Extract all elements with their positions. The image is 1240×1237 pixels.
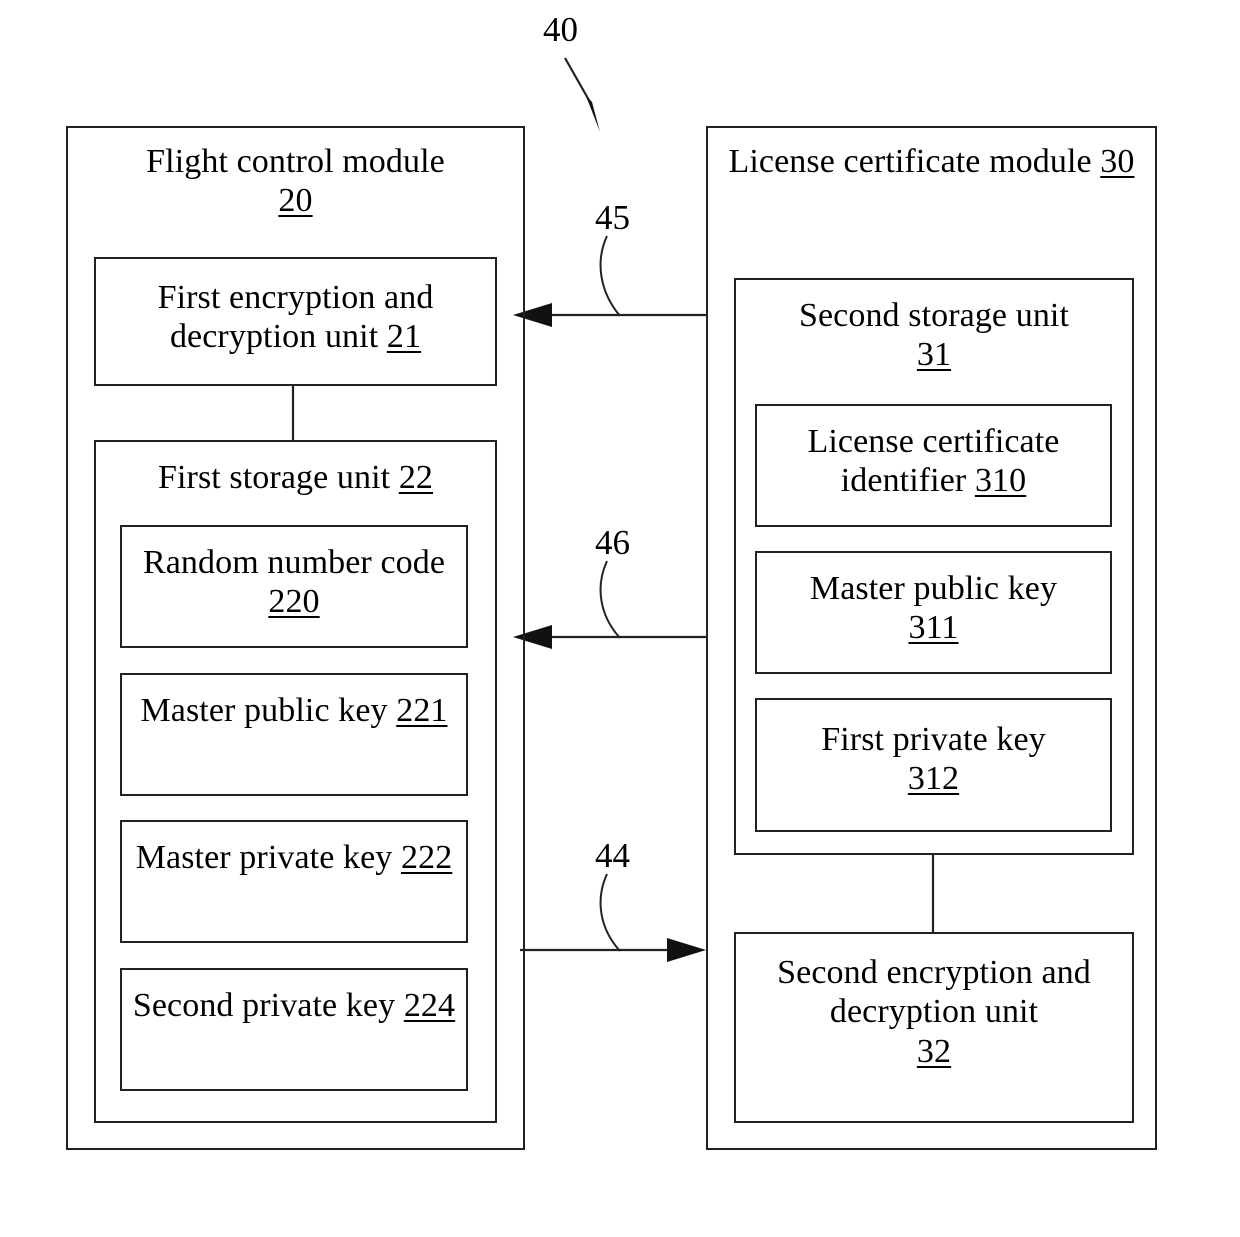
leader-40: [564, 57, 600, 132]
second-encryption-decryption-unit-label: Second encryption and decryption unit 32: [777, 954, 1091, 1070]
master-public-key-311-label: Master public key 311: [809, 570, 1058, 647]
arrow-44: [520, 873, 706, 962]
first-storage-unit-label: First storage unit 22: [157, 459, 434, 496]
license-certificate-identifier-box: License certificate identifier 310: [755, 404, 1112, 527]
connector-label-44: 44: [595, 836, 630, 875]
arrow-45: [513, 235, 706, 327]
connector-label-46: 46: [595, 523, 630, 562]
master-public-key-221-label: Master public key 221: [140, 692, 448, 729]
second-encryption-decryption-unit: Second encryption and decryption unit 32: [734, 932, 1134, 1123]
first-private-key-312-box: First private key 312: [755, 698, 1112, 832]
first-private-key-312-label: First private key 312: [821, 721, 1046, 798]
second-private-key-224-label: Second private key 224: [132, 987, 456, 1024]
license-certificate-module-title: License certificate module 30: [728, 143, 1135, 180]
arrow-46: [513, 560, 706, 649]
master-public-key-311-box: Master public key 311: [755, 551, 1112, 674]
random-number-code-box: Random number code 220: [120, 525, 468, 648]
master-private-key-222-label: Master private key 222: [135, 839, 453, 876]
reference-numeral-40: 40: [543, 10, 578, 49]
first-encryption-decryption-unit-label: First encryption and decryption unit 21: [157, 279, 434, 356]
connector-label-45: 45: [595, 198, 630, 237]
second-storage-unit-label: Second storage unit 31: [798, 297, 1070, 374]
figure-canvas: 40 45 46 44 Flight control module 20 Fir…: [0, 0, 1240, 1237]
master-public-key-221-box: Master public key 221: [120, 673, 468, 796]
master-private-key-222-box: Master private key 222: [120, 820, 468, 943]
license-certificate-identifier-label: License certificate identifier 310: [807, 423, 1060, 500]
second-private-key-224-box: Second private key 224: [120, 968, 468, 1091]
random-number-code-label: Random number code 220: [142, 544, 446, 621]
flight-control-module-title: Flight control module 20: [146, 143, 445, 220]
first-encryption-decryption-unit: First encryption and decryption unit 21: [94, 257, 497, 386]
